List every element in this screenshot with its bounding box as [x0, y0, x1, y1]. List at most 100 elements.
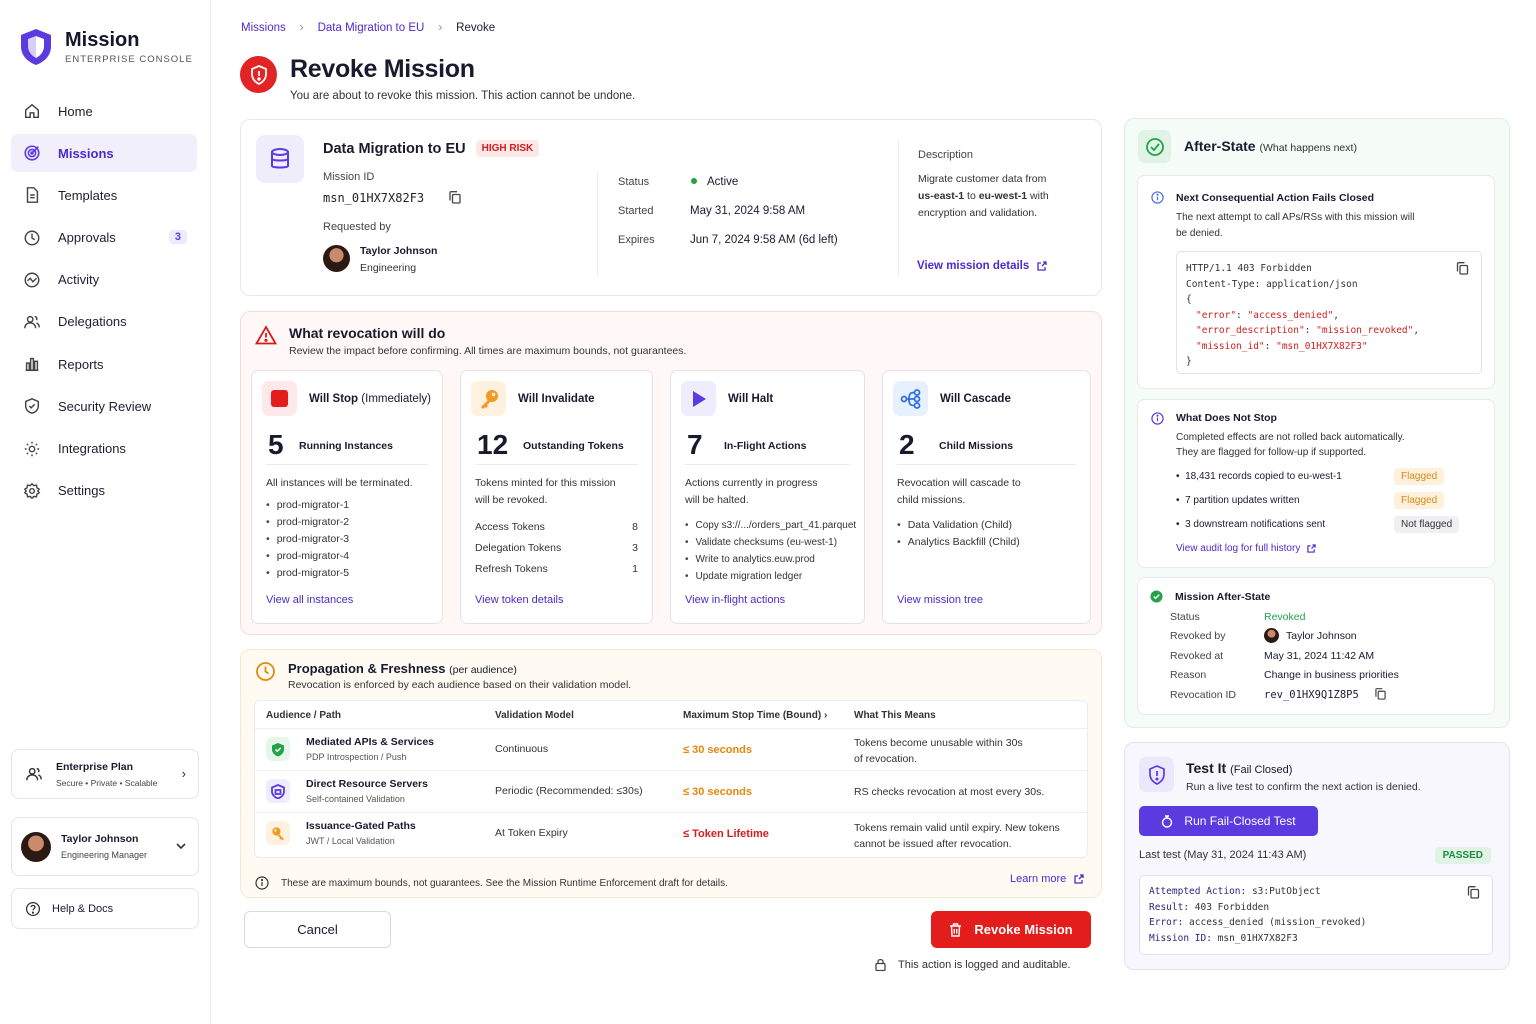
- page-title: Revoke Mission: [290, 55, 475, 83]
- fails-closed-card: Next Consequential Action Fails Closed T…: [1137, 175, 1495, 389]
- title-text: Test It: [1186, 760, 1227, 776]
- sidebar-item-missions[interactable]: Missions: [11, 134, 197, 173]
- description-line: Migrate customer data from: [918, 173, 1047, 185]
- count-label: Outstanding Tokens: [523, 440, 624, 452]
- what-this-means: Tokens become unusable within 30s of revo…: [854, 735, 1023, 767]
- sidebar-item-settings[interactable]: Settings: [11, 472, 197, 510]
- output-value: s3:PutObject: [1246, 886, 1321, 897]
- list-item: Analytics Backfill (Child): [897, 534, 1020, 551]
- validation-model: Continuous: [495, 743, 549, 755]
- sidebar: Mission ENTERPRISE CONSOLE Home Missions…: [0, 0, 211, 1024]
- list-item: • 7 partition updates written: [1176, 495, 1300, 506]
- list-item: Update migration ledger: [685, 568, 856, 585]
- propagation-footnote: These are maximum bounds, not guarantees…: [255, 876, 728, 890]
- sidebar-item-reports[interactable]: Reports: [11, 345, 197, 383]
- code-line: Attempted Action: s3:PutObject: [1149, 884, 1483, 900]
- sidebar-item-label: Approvals: [58, 230, 116, 246]
- token-type: Refresh Tokens: [475, 563, 548, 575]
- reason-label: Reason: [1170, 669, 1207, 681]
- flag-badge: Not flagged: [1394, 516, 1460, 533]
- description-line: Revocation will cascade to: [897, 477, 1021, 489]
- revoked-by-value: Taylor Johnson: [1286, 630, 1357, 642]
- meaning-line: Tokens remain valid until expiry. New to…: [854, 822, 1060, 834]
- run-fail-closed-test-button[interactable]: Run Fail-Closed Test: [1139, 806, 1318, 836]
- help-docs-link[interactable]: Help & Docs: [11, 888, 199, 929]
- sidebar-item-security-review[interactable]: Security Review: [11, 387, 197, 425]
- sidebar-nav: Home Missions Templates Approvals 3 Acti…: [11, 92, 197, 514]
- audience-name: Mediated APIs & Services: [306, 736, 434, 748]
- view-audit-log-link[interactable]: View audit log for full history: [1176, 543, 1317, 554]
- output-value: access_denied (mission_revoked): [1183, 917, 1367, 928]
- column-header-text: Maximum Stop Time (Bound): [683, 710, 822, 721]
- list-item: prod-migrator-3: [266, 531, 349, 548]
- sidebar-item-integrations[interactable]: Integrations: [11, 430, 197, 468]
- effect-text: 18,431 records copied to eu-west-1: [1185, 471, 1342, 482]
- description-line: Tokens minted for this mission: [475, 477, 616, 489]
- sidebar-item-label: Delegations: [58, 314, 127, 330]
- list-item: • 3 downstream notifications sent: [1176, 519, 1326, 530]
- propagation-title: Propagation & Freshness (per audience): [288, 661, 631, 676]
- max-stop-time: ≤ Token Lifetime: [683, 828, 769, 840]
- copy-icon[interactable]: [449, 191, 461, 204]
- breadcrumb-missions[interactable]: Missions: [241, 22, 286, 34]
- sidebar-item-home[interactable]: Home: [11, 92, 197, 130]
- sidebar-item-delegations[interactable]: Delegations: [11, 303, 197, 341]
- sidebar-item-approvals[interactable]: Approvals 3: [11, 219, 197, 257]
- revocation-id-label: Revocation ID: [1170, 689, 1236, 701]
- view-token-details-link[interactable]: View token details: [475, 594, 563, 606]
- view-in-flight-actions-link[interactable]: View in-flight actions: [685, 594, 785, 606]
- max-stop-time: ≤ 30 seconds: [683, 786, 753, 798]
- shield-check-icon: [24, 398, 40, 415]
- meaning-line: cannot be issued after revocation.: [854, 838, 1012, 850]
- status-value: Revoked: [1264, 611, 1306, 623]
- server-icon: [266, 779, 290, 803]
- child-missions-list: Data Validation (Child) Analytics Backfi…: [897, 517, 1020, 551]
- learn-more-link[interactable]: Learn more: [1010, 873, 1084, 885]
- token-count: 3: [632, 542, 638, 554]
- target-icon: [24, 145, 40, 161]
- shield-logo-icon: [21, 29, 51, 65]
- brand[interactable]: Mission ENTERPRISE CONSOLE: [19, 28, 193, 66]
- revoked-at-value: May 31, 2024 11:42 AM: [1264, 650, 1375, 662]
- count-label: Running Instances: [299, 440, 393, 452]
- revoked-at-label: Revoked at: [1170, 650, 1224, 662]
- document-icon: [26, 187, 39, 204]
- users-icon: [24, 315, 40, 329]
- card-title: What Does Not Stop: [1176, 412, 1277, 424]
- sidebar-item-templates[interactable]: Templates: [11, 176, 197, 214]
- avatar: [1264, 628, 1279, 643]
- token-type: Delegation Tokens: [475, 542, 562, 554]
- output-key: Error:: [1149, 917, 1184, 928]
- description-line: Actions currently in progress: [685, 477, 818, 489]
- copy-icon[interactable]: [1467, 886, 1480, 899]
- code-line: "error_description": "mission_revoked",: [1196, 325, 1420, 336]
- card-description: The next attempt to call APs/RSs with th…: [1176, 210, 1414, 241]
- copy-icon[interactable]: [1375, 688, 1386, 700]
- user-menu[interactable]: Taylor Johnson Engineering Manager: [11, 817, 199, 876]
- title-note: (per audience): [449, 664, 517, 676]
- impact-title: What revocation will do: [289, 325, 446, 341]
- key-icon: [471, 381, 506, 416]
- audit-note: This action is logged and auditable.: [875, 958, 1070, 971]
- revoke-mission-button[interactable]: Revoke Mission: [931, 911, 1091, 948]
- sidebar-item-activity[interactable]: Activity: [11, 261, 197, 299]
- lock-icon: [875, 958, 886, 971]
- view-mission-tree-link[interactable]: View mission tree: [897, 594, 983, 606]
- code-line: Error: access_denied (mission_revoked): [1149, 915, 1483, 931]
- instance-list: prod-migrator-1 prod-migrator-2 prod-mig…: [266, 497, 349, 582]
- target-region: eu-west-1: [978, 190, 1028, 202]
- card-title: Will Invalidate: [518, 392, 595, 405]
- list-item: Validate checksums (eu-west-1): [685, 534, 856, 551]
- gear-icon: [23, 482, 41, 499]
- breadcrumb-mission[interactable]: Data Migration to EU: [318, 22, 425, 34]
- card-title-note: (Immediately): [361, 392, 431, 405]
- view-mission-details-link[interactable]: View mission details: [917, 260, 1047, 272]
- status-value: Active: [707, 176, 739, 188]
- enterprise-plan-card[interactable]: Enterprise Plan Secure • Private • Scala…: [11, 749, 199, 799]
- view-all-instances-link[interactable]: View all instances: [266, 594, 353, 606]
- audience-path: JWT / Local Validation: [306, 836, 395, 846]
- code-line: HTTP/1.1 403 Forbidden: [1186, 263, 1312, 274]
- check-badge-icon: [1138, 130, 1171, 163]
- cancel-button[interactable]: Cancel: [244, 911, 391, 948]
- copy-icon[interactable]: [1456, 262, 1469, 275]
